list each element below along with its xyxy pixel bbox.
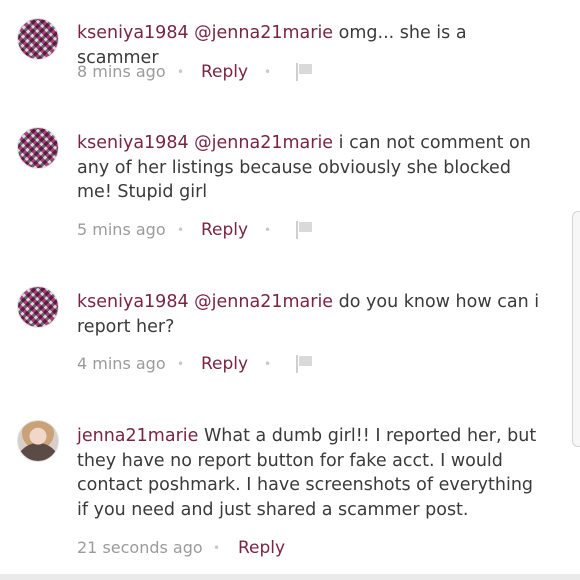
comment-timestamp: 4 mins ago — [77, 354, 166, 373]
comment-mention[interactable]: @jenna21marie — [194, 292, 333, 312]
meta-separator: • — [177, 65, 185, 79]
comment-mention[interactable]: @jenna21marie — [194, 133, 333, 153]
user-avatar[interactable] — [17, 420, 59, 462]
flag-icon[interactable] — [296, 355, 314, 373]
comment-timestamp: 8 mins ago — [77, 62, 166, 81]
comment-username[interactable]: kseniya1984 — [77, 23, 189, 43]
meta-separator: • — [264, 357, 272, 371]
bottom-divider — [0, 574, 580, 580]
comment-username[interactable]: kseniya1984 — [77, 292, 189, 312]
user-avatar[interactable] — [17, 18, 59, 60]
flag-icon[interactable] — [296, 221, 314, 239]
comment-text: kseniya1984 @jenna21marie i can not comm… — [77, 131, 547, 205]
comment-timestamp: 21 seconds ago — [77, 538, 203, 557]
scrollbar[interactable] — [572, 211, 580, 447]
meta-separator: • — [177, 223, 185, 237]
meta-separator: • — [213, 541, 221, 555]
reply-button[interactable]: Reply — [238, 536, 285, 560]
reply-button[interactable]: Reply — [201, 352, 248, 376]
user-avatar[interactable] — [17, 127, 59, 169]
flag-icon[interactable] — [296, 63, 314, 81]
reply-button[interactable]: Reply — [201, 218, 248, 242]
comment-username[interactable]: kseniya1984 — [77, 133, 189, 153]
comment-timestamp: 5 mins ago — [77, 220, 166, 239]
meta-separator: • — [264, 223, 272, 237]
user-avatar[interactable] — [17, 286, 59, 328]
meta-separator: • — [264, 65, 272, 79]
comment-text: jenna21marie What a dumb girl!! I report… — [77, 424, 547, 522]
comment-mention[interactable]: @jenna21marie — [194, 23, 333, 43]
comment-username[interactable]: jenna21marie — [77, 426, 198, 446]
meta-separator: • — [177, 357, 185, 371]
reply-button[interactable]: Reply — [201, 60, 248, 84]
comment-text: kseniya1984 @jenna21marie do you know ho… — [77, 290, 547, 339]
